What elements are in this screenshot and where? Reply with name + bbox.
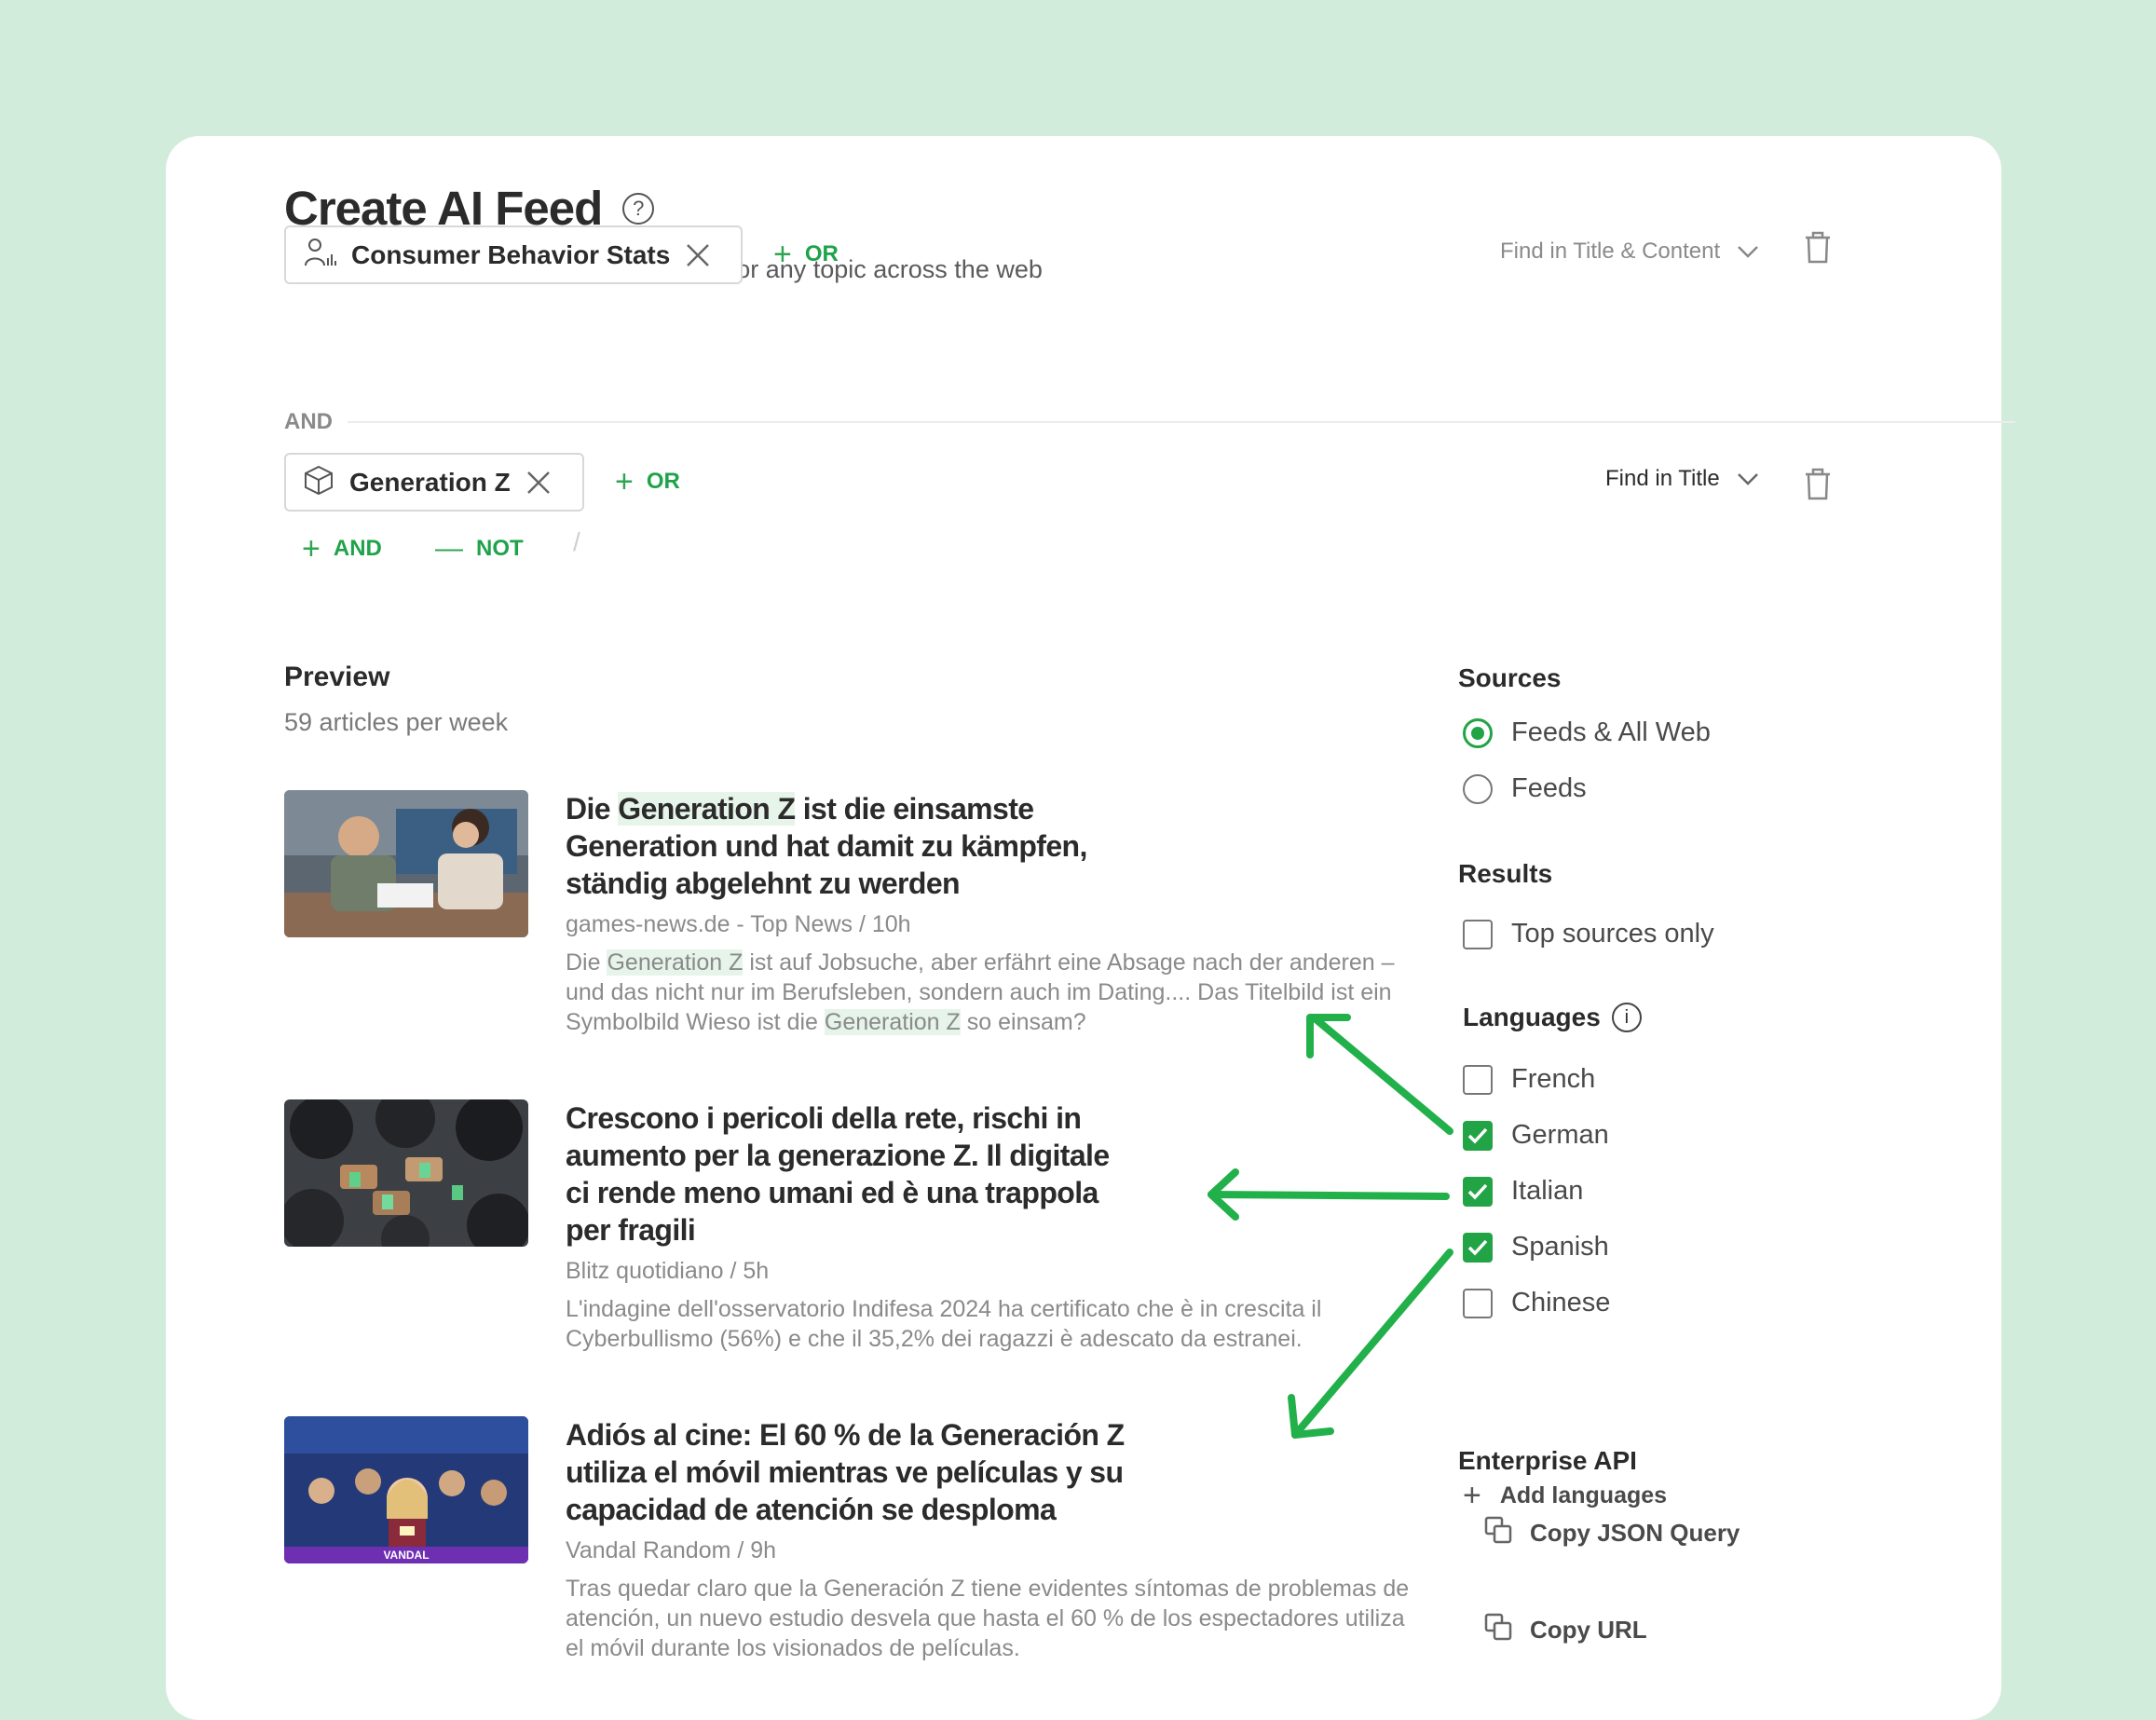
create-feed-card: Create AI Feed ? Track trends, competito… [166,136,2015,1720]
arrow-spanish [1291,1249,1453,1439]
arrow-italian [1208,1191,1450,1200]
annotation-arrows [1208,1014,1453,1439]
arrow-german [1310,1014,1453,1135]
